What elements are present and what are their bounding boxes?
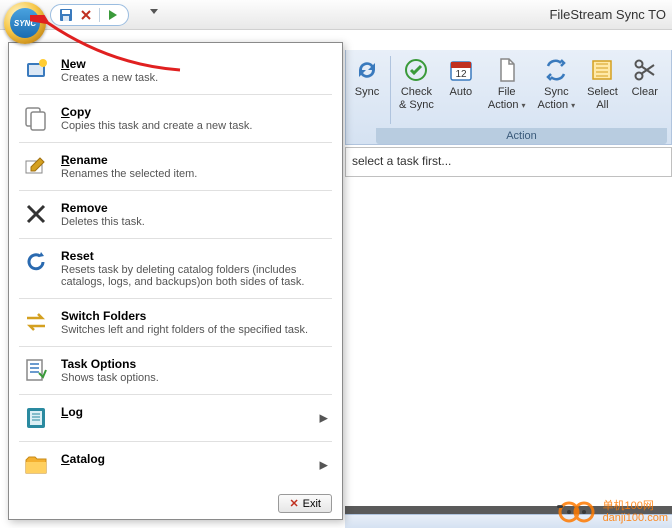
qat-save-icon[interactable] [59, 8, 73, 22]
ribbon-label: Auto [450, 86, 473, 99]
switch-icon [23, 309, 49, 335]
menu-item-catalog[interactable]: Catalog▶ [9, 444, 342, 486]
menu-item-remove[interactable]: RemoveDeletes this task. [9, 193, 342, 236]
menu-item-title: Rename [61, 153, 328, 167]
menu-item-title: Remove [61, 201, 328, 215]
menu-item-desc: Deletes this task. [61, 216, 328, 228]
menu-item-title: Switch Folders [61, 309, 328, 323]
content-message: select a task first... [346, 148, 671, 168]
ribbon-sync-button[interactable]: Sync [346, 52, 388, 128]
title-bar: FileStream Sync TO [0, 0, 672, 30]
menu-item-copy[interactable]: CopyCopies this task and create a new ta… [9, 97, 342, 140]
rename-icon [23, 153, 49, 179]
copy-icon [23, 105, 49, 131]
menu-item-desc: Switches left and right folders of the s… [61, 324, 328, 336]
catalog-icon [23, 452, 49, 478]
scissors-icon [631, 56, 659, 84]
reset-icon [23, 249, 49, 275]
menu-separator [19, 238, 332, 239]
sync-icon [353, 56, 381, 84]
ribbon-label: FileAction ▾ [488, 86, 526, 112]
menu-separator [19, 346, 332, 347]
menu-item-title: Reset [61, 249, 328, 263]
remove-icon [23, 201, 49, 227]
qat-dropdown-icon[interactable] [150, 9, 158, 14]
submenu-arrow-icon: ▶ [320, 459, 328, 472]
menu-item-desc: Resets task by deleting catalog folders … [61, 264, 328, 288]
app-title: FileStream Sync TO [549, 7, 666, 22]
qat-play-icon[interactable] [106, 8, 120, 22]
exit-label: Exit [303, 498, 321, 510]
menu-item-log[interactable]: Log▶ [9, 397, 342, 439]
syncaction-icon [542, 56, 570, 84]
submenu-arrow-icon: ▶ [320, 412, 328, 425]
close-icon: ✕ [289, 497, 298, 510]
menu-item-desc: Copies this task and create a new task. [61, 120, 328, 132]
menu-separator [19, 94, 332, 95]
log-icon [23, 405, 49, 431]
exit-button[interactable]: ✕ Exit [278, 494, 332, 513]
menu-separator [19, 394, 332, 395]
menu-item-desc: Creates a new task. [61, 72, 328, 84]
watermark-logo-icon [557, 500, 597, 524]
menu-separator [19, 441, 332, 442]
qat-separator [99, 8, 100, 22]
menu-item-options[interactable]: Task OptionsShows task options. [9, 349, 342, 392]
menu-item-title: Task Options [61, 357, 328, 371]
menu-item-title: New [61, 57, 328, 71]
ribbon-label: Clear [632, 86, 658, 99]
menu-separator [19, 298, 332, 299]
menu-item-desc: Shows task options. [61, 372, 328, 384]
menu-item-reset[interactable]: ResetResets task by deleting catalog fol… [9, 241, 342, 296]
ribbon-selectall-button[interactable]: SelectAll [581, 52, 624, 128]
application-menu: NewCreates a new task. CopyCopies this ta… [8, 42, 343, 520]
ribbon-checksync-button[interactable]: Check& Sync [393, 52, 440, 128]
menu-separator [19, 142, 332, 143]
menu-item-title: Copy [61, 105, 328, 119]
svg-text:12: 12 [455, 69, 467, 80]
menu-item-desc: Renames the selected item. [61, 168, 328, 180]
menu-separator [19, 190, 332, 191]
menu-item-rename[interactable]: RenameRenames the selected item. [9, 145, 342, 188]
ribbon-calendar-button[interactable]: 12 Auto [440, 52, 482, 128]
ribbon-scissors-button[interactable]: Clear [624, 52, 666, 128]
selectall-icon [588, 56, 616, 84]
file-icon [493, 56, 521, 84]
ribbon-group-label: Action [376, 128, 667, 144]
ribbon-action-group: Sync Check& Sync 12 Auto FileAction ▾ SyncAct… [345, 50, 672, 145]
ribbon-label: Check& Sync [399, 86, 434, 112]
ribbon-label: SelectAll [587, 86, 618, 112]
quick-access-toolbar [50, 4, 129, 26]
watermark-line1: 单机100网 [603, 500, 668, 512]
ribbon-syncaction-button[interactable]: SyncAction ▾ [532, 52, 582, 128]
options-icon [23, 357, 49, 383]
content-header: select a task first... [345, 147, 672, 177]
watermark: 单机100网danji100.com [557, 500, 668, 524]
menu-item-title: Log [61, 405, 328, 419]
menu-item-new[interactable]: NewCreates a new task. [9, 49, 342, 92]
sync-orb-label: SYNC [10, 8, 40, 38]
ribbon-label: SyncAction ▾ [538, 86, 576, 112]
watermark-line2: danji100.com [603, 512, 668, 524]
ribbon-label: Sync [355, 86, 379, 99]
checksync-icon [402, 56, 430, 84]
new-icon [23, 57, 49, 83]
application-menu-button[interactable]: SYNC [4, 2, 46, 44]
content-area [345, 177, 672, 508]
menu-item-title: Catalog [61, 452, 328, 466]
qat-delete-icon[interactable] [79, 8, 93, 22]
menu-item-switch[interactable]: Switch FoldersSwitches left and right fo… [9, 301, 342, 344]
calendar-icon: 12 [447, 56, 475, 84]
ribbon-file-button[interactable]: FileAction ▾ [482, 52, 532, 128]
